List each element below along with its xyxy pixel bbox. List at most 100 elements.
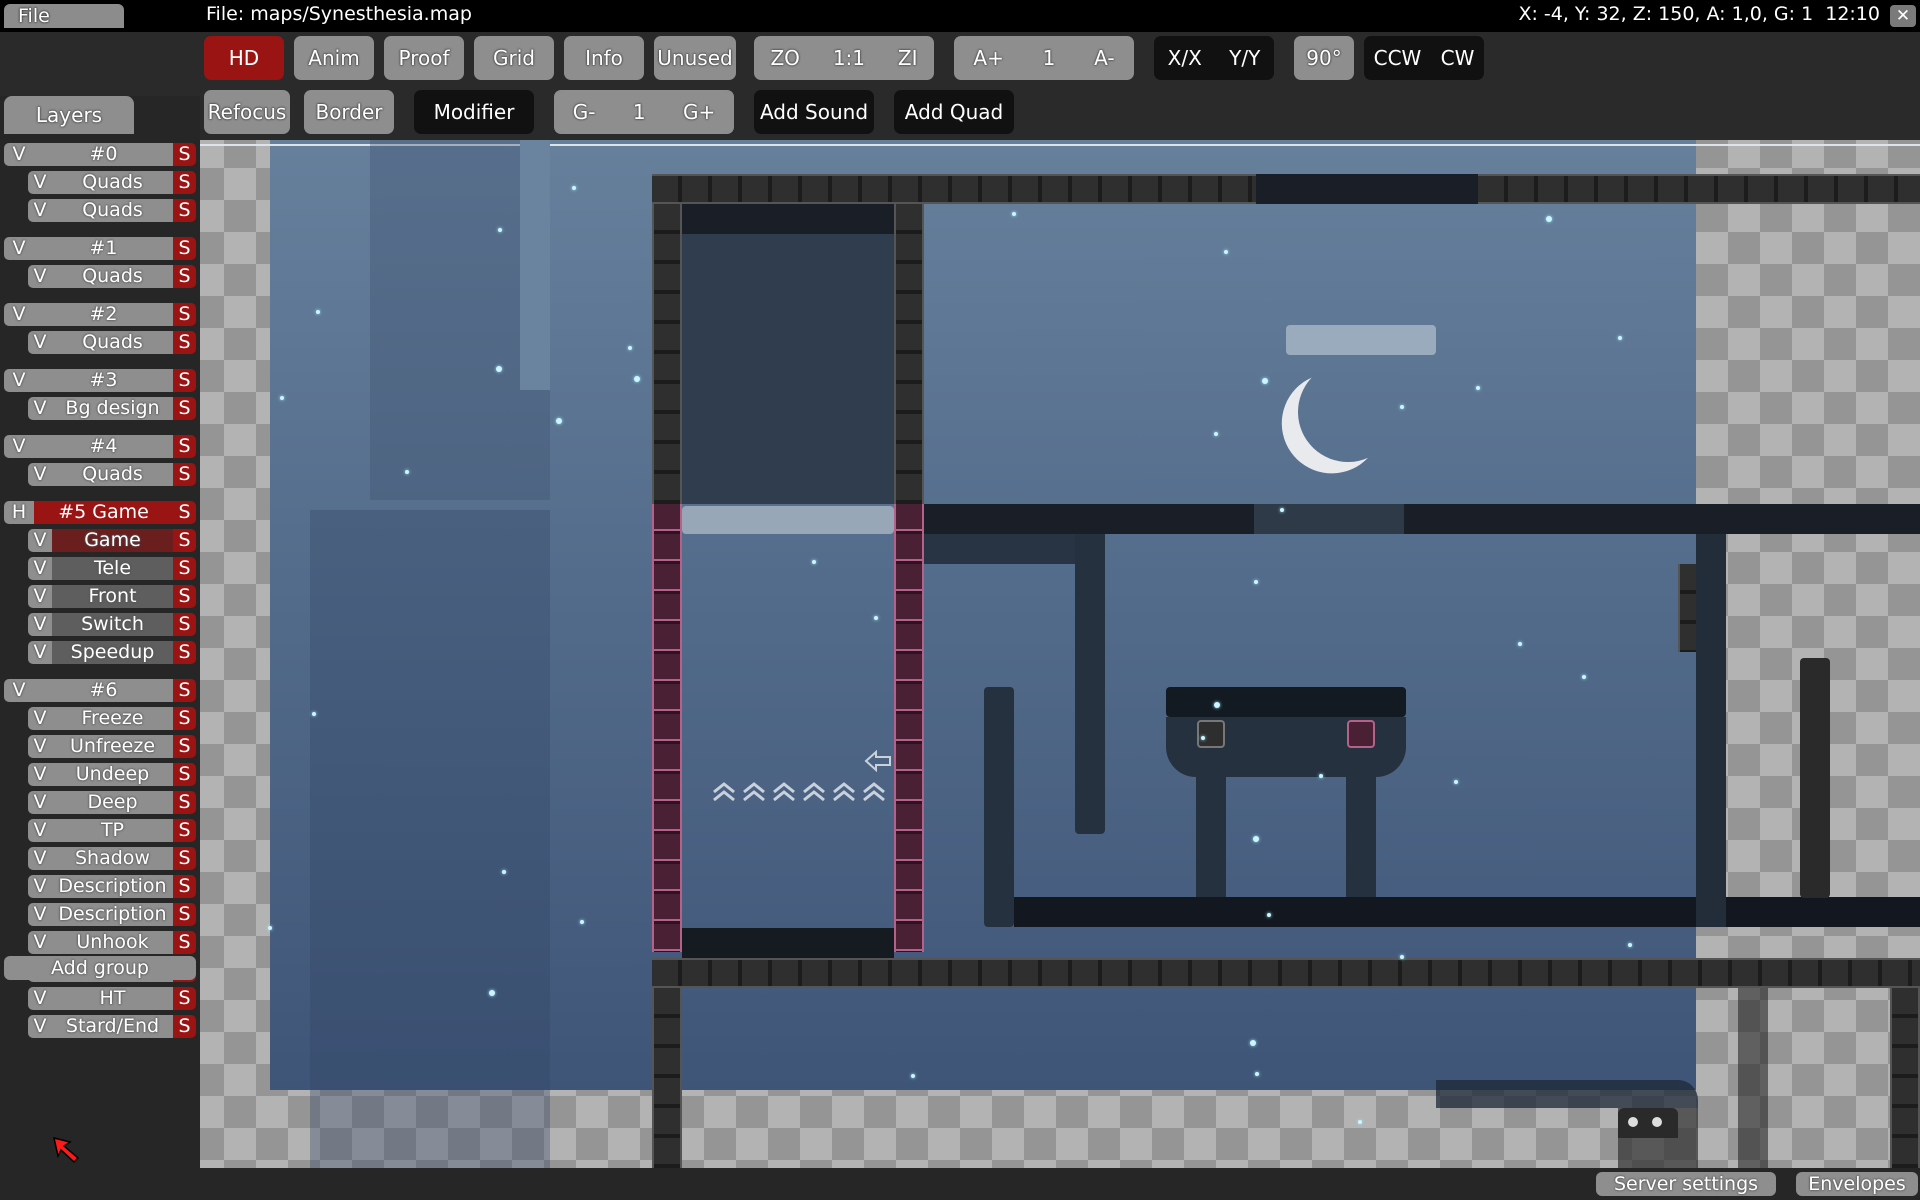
layer-solo-button[interactable]: S bbox=[173, 557, 196, 580]
layer-visibility-toggle[interactable]: V bbox=[28, 875, 52, 898]
layer-solo-button[interactable]: S bbox=[173, 847, 196, 870]
layer-name[interactable]: Description bbox=[52, 903, 173, 926]
layer-visibility-toggle[interactable]: V bbox=[28, 529, 52, 552]
group-name[interactable]: #5 Game bbox=[34, 501, 173, 524]
layer-group-4[interactable]: V #4 S bbox=[4, 435, 196, 458]
layer-name[interactable]: Speedup bbox=[52, 641, 173, 664]
layer-item[interactable]: V Speedup S bbox=[28, 641, 196, 664]
server-settings-button[interactable]: Server settings bbox=[1596, 1172, 1776, 1196]
layer-name[interactable]: Game bbox=[52, 529, 173, 552]
layer-item[interactable]: V Quads S bbox=[28, 331, 196, 354]
layer-solo-button[interactable]: S bbox=[173, 763, 196, 786]
zoom-out-button[interactable]: ZO bbox=[770, 46, 799, 70]
group-visibility-toggle[interactable]: H bbox=[4, 501, 34, 524]
group-name[interactable]: #6 bbox=[34, 679, 173, 702]
group-name[interactable]: #0 bbox=[34, 143, 173, 166]
layer-name[interactable]: Bg design bbox=[52, 397, 173, 420]
anim-speed-up-button[interactable]: A+ bbox=[973, 46, 1003, 70]
layer-name[interactable]: Quads bbox=[52, 265, 173, 288]
layer-name[interactable]: Quads bbox=[52, 331, 173, 354]
layer-item[interactable]: V Quads S bbox=[28, 463, 196, 486]
layer-visibility-toggle[interactable]: V bbox=[28, 463, 52, 486]
layer-visibility-toggle[interactable]: V bbox=[28, 397, 52, 420]
layer-name[interactable]: Shadow bbox=[52, 847, 173, 870]
layer-item[interactable]: V Quads S bbox=[28, 171, 196, 194]
layer-name[interactable]: Stard/End bbox=[52, 1015, 173, 1038]
zoom-in-button[interactable]: ZI bbox=[898, 46, 918, 70]
layer-group-5[interactable]: H #5 Game S bbox=[4, 501, 196, 524]
layer-group-3[interactable]: V #3 S bbox=[4, 369, 196, 392]
envelopes-button[interactable]: Envelopes bbox=[1796, 1172, 1918, 1196]
layer-item[interactable]: V Front S bbox=[28, 585, 196, 608]
group-name[interactable]: #2 bbox=[34, 303, 173, 326]
group-solo-button[interactable]: S bbox=[173, 303, 196, 326]
layer-name[interactable]: Freeze bbox=[52, 707, 173, 730]
group-solo-button[interactable]: S bbox=[173, 143, 196, 166]
layer-solo-button[interactable]: S bbox=[173, 875, 196, 898]
group-visibility-toggle[interactable]: V bbox=[4, 303, 34, 326]
layer-item[interactable]: V TP S bbox=[28, 819, 196, 842]
layer-visibility-toggle[interactable]: V bbox=[28, 763, 52, 786]
layer-solo-button[interactable]: S bbox=[173, 1015, 196, 1038]
add-quad-button[interactable]: Add Quad bbox=[894, 90, 1014, 134]
add-group-button[interactable]: Add group bbox=[4, 956, 196, 980]
layer-item[interactable]: V Game S bbox=[28, 529, 196, 552]
layer-solo-button[interactable]: S bbox=[173, 529, 196, 552]
group-visibility-toggle[interactable]: V bbox=[4, 435, 34, 458]
group-name[interactable]: #4 bbox=[34, 435, 173, 458]
group-solo-button[interactable]: S bbox=[173, 435, 196, 458]
layer-item[interactable]: V Quads S bbox=[28, 199, 196, 222]
map-canvas[interactable] bbox=[200, 140, 1920, 1168]
layer-solo-button[interactable]: S bbox=[173, 265, 196, 288]
layer-solo-button[interactable]: S bbox=[173, 199, 196, 222]
layer-name[interactable]: Front bbox=[52, 585, 173, 608]
layer-visibility-toggle[interactable]: V bbox=[28, 847, 52, 870]
layer-solo-button[interactable]: S bbox=[173, 585, 196, 608]
layer-visibility-toggle[interactable]: V bbox=[28, 171, 52, 194]
layer-solo-button[interactable]: S bbox=[173, 791, 196, 814]
border-button[interactable]: Border bbox=[304, 90, 394, 134]
layer-visibility-toggle[interactable]: V bbox=[28, 819, 52, 842]
layer-visibility-toggle[interactable]: V bbox=[28, 707, 52, 730]
add-sound-button[interactable]: Add Sound bbox=[754, 90, 874, 134]
layer-name[interactable]: Unhook bbox=[52, 931, 173, 954]
layer-visibility-toggle[interactable]: V bbox=[28, 903, 52, 926]
modifier-button[interactable]: Modifier bbox=[414, 90, 534, 134]
flip-y-button[interactable]: Y/Y bbox=[1229, 46, 1260, 70]
anim-toggle-button[interactable]: Anim bbox=[294, 36, 374, 80]
layer-item[interactable]: V Description S bbox=[28, 903, 196, 926]
layer-item[interactable]: V Bg design S bbox=[28, 397, 196, 420]
layer-item[interactable]: V HT S bbox=[28, 987, 196, 1010]
grid-plus-button[interactable]: G+ bbox=[683, 100, 715, 124]
layer-solo-button[interactable]: S bbox=[173, 331, 196, 354]
layer-solo-button[interactable]: S bbox=[173, 903, 196, 926]
refocus-button[interactable]: Refocus bbox=[204, 90, 290, 134]
grid-minus-button[interactable]: G- bbox=[573, 100, 596, 124]
layer-visibility-toggle[interactable]: V bbox=[28, 987, 52, 1010]
layer-name[interactable]: Switch bbox=[52, 613, 173, 636]
layer-item[interactable]: V Unfreeze S bbox=[28, 735, 196, 758]
layer-name[interactable]: Quads bbox=[52, 463, 173, 486]
layer-item[interactable]: V Undeep S bbox=[28, 763, 196, 786]
layer-solo-button[interactable]: S bbox=[173, 463, 196, 486]
rotate-ccw-button[interactable]: CCW bbox=[1374, 46, 1422, 70]
group-solo-button[interactable]: S bbox=[173, 501, 196, 524]
info-toggle-button[interactable]: Info bbox=[564, 36, 644, 80]
layer-visibility-toggle[interactable]: V bbox=[28, 199, 52, 222]
layer-item[interactable]: V Description S bbox=[28, 875, 196, 898]
rotate-cw-button[interactable]: CW bbox=[1441, 46, 1475, 70]
layer-solo-button[interactable]: S bbox=[173, 735, 196, 758]
layer-visibility-toggle[interactable]: V bbox=[28, 641, 52, 664]
layer-solo-button[interactable]: S bbox=[173, 987, 196, 1010]
layer-visibility-toggle[interactable]: V bbox=[28, 613, 52, 636]
unused-toggle-button[interactable]: Unused bbox=[654, 36, 736, 80]
layer-group-6[interactable]: V #6 S bbox=[4, 679, 196, 702]
group-visibility-toggle[interactable]: V bbox=[4, 237, 34, 260]
layer-group-1[interactable]: V #1 S bbox=[4, 237, 196, 260]
group-solo-button[interactable]: S bbox=[173, 237, 196, 260]
group-solo-button[interactable]: S bbox=[173, 369, 196, 392]
layer-group-2[interactable]: V #2 S bbox=[4, 303, 196, 326]
layer-item[interactable]: V Freeze S bbox=[28, 707, 196, 730]
layer-solo-button[interactable]: S bbox=[173, 397, 196, 420]
rotation-angle-field[interactable]: 90° bbox=[1294, 36, 1354, 80]
